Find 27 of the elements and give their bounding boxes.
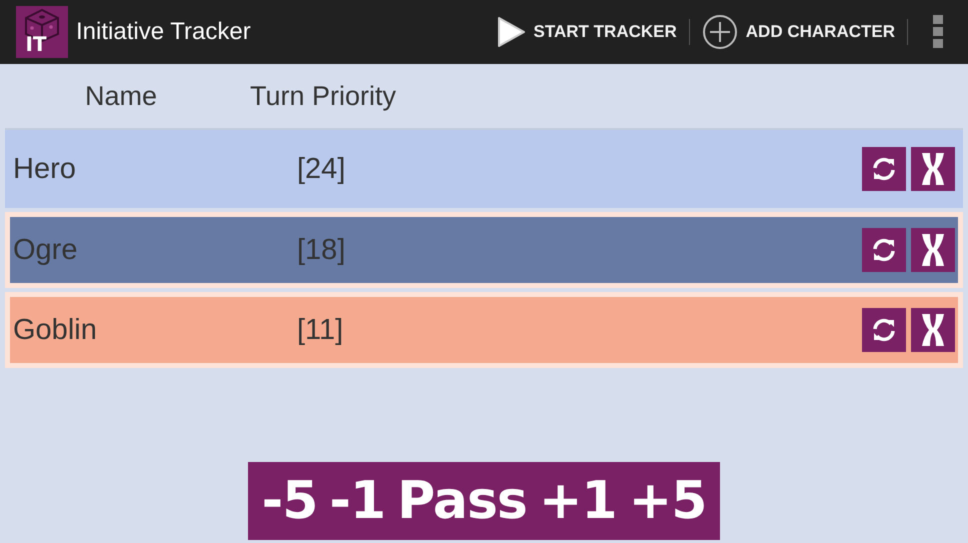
play-icon: [496, 16, 526, 48]
character-row[interactable]: Hero [24]: [5, 130, 963, 208]
reroll-button[interactable]: [862, 147, 906, 191]
app-title: Initiative Tracker: [76, 18, 252, 46]
reroll-button[interactable]: [862, 308, 906, 352]
adjust-button[interactable]: Pass: [391, 471, 533, 531]
adjust-button[interactable]: -5: [256, 471, 324, 531]
character-row[interactable]: Goblin [11]: [5, 292, 963, 368]
column-header: Name: [85, 80, 158, 112]
adjust-button[interactable]: +1: [532, 471, 623, 531]
add-circle-icon: [702, 14, 738, 50]
character-name: Goblin: [13, 314, 98, 346]
turn-priority: [24]: [297, 152, 346, 186]
adjust-button[interactable]: +5: [622, 471, 712, 531]
character-name: Ogre: [13, 234, 78, 266]
add-button[interactable]: ADD CHARACTER: [690, 8, 907, 56]
character-name: Hero: [13, 152, 77, 186]
reroll-button[interactable]: [862, 228, 906, 272]
turn-priority: [11]: [297, 314, 344, 346]
start-button[interactable]: START TRACKER: [484, 8, 689, 56]
logo-text: IT: [25, 34, 47, 54]
delete-button[interactable]: [911, 308, 955, 352]
adjust-button[interactable]: -1: [323, 471, 392, 531]
delete-button[interactable]: [911, 147, 955, 191]
turn-priority: [18]: [297, 234, 346, 266]
column-header: Turn Priority: [250, 80, 396, 112]
delete-button[interactable]: [911, 228, 955, 272]
